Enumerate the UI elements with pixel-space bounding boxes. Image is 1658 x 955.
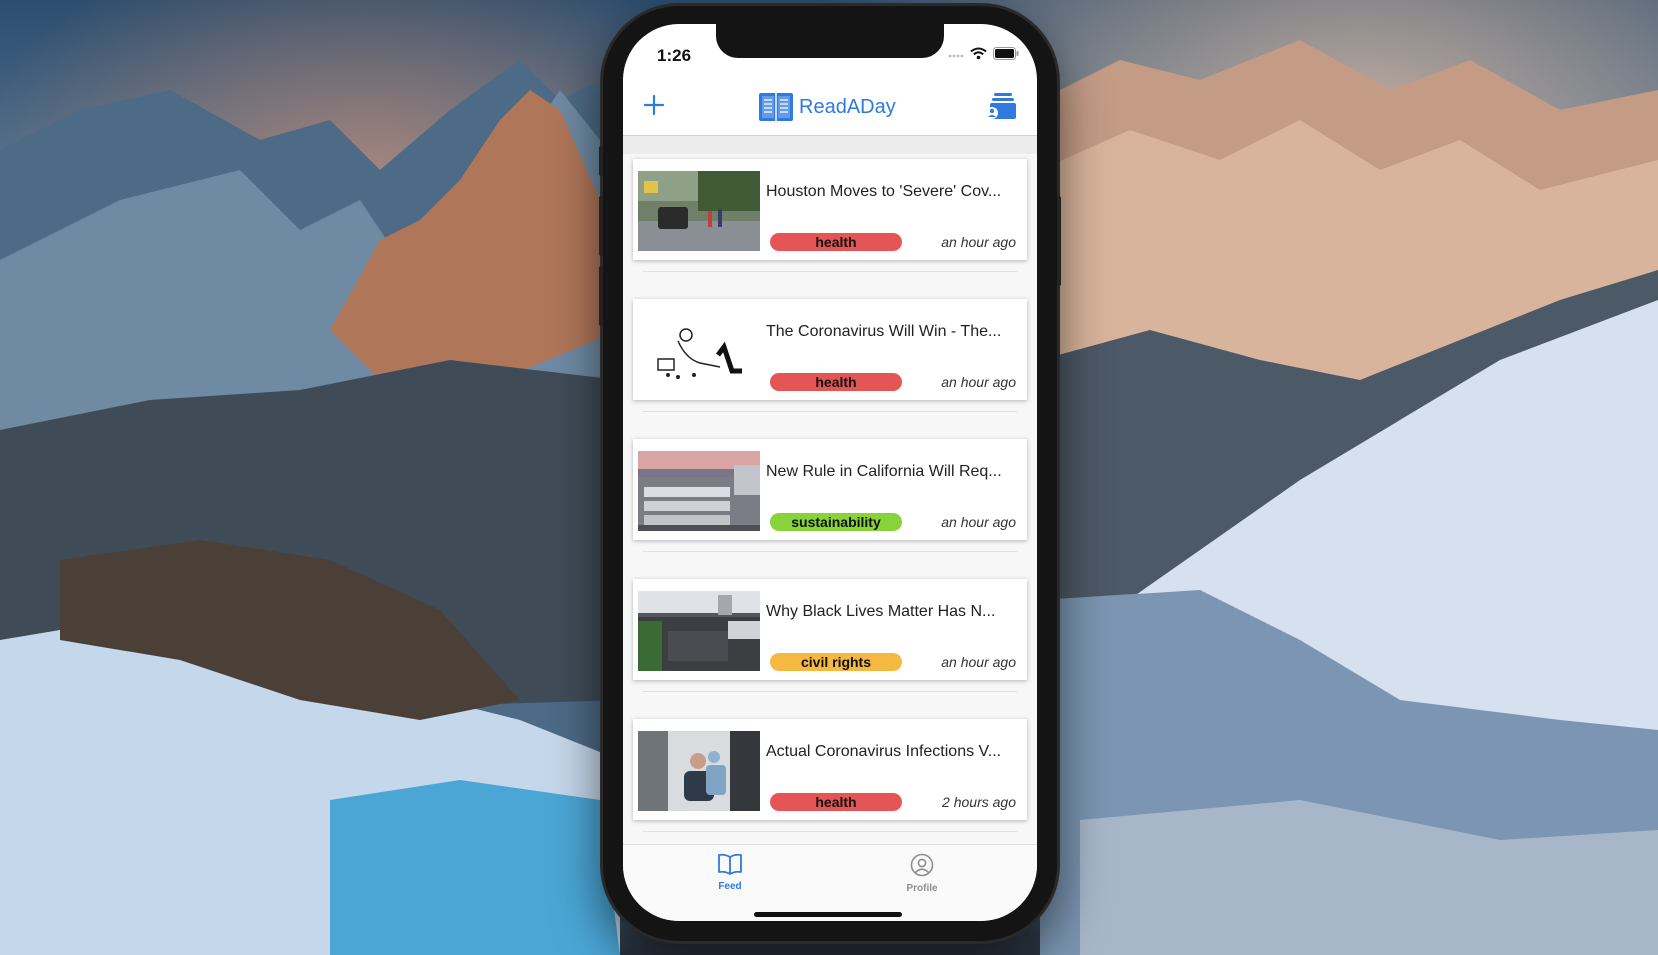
article-time: an hour ago	[941, 374, 1016, 390]
phone-frame: 1:26 ReadADay Houston Moves to 'Severe' …	[599, 6, 1061, 941]
news-card[interactable]: The Coronavirus Will Win - The... health…	[633, 299, 1027, 400]
news-card[interactable]: Houston Moves to 'Severe' Cov... health …	[633, 159, 1027, 260]
wifi-icon	[970, 47, 987, 60]
article-thumbnail	[638, 311, 760, 391]
tab-feed[interactable]: Feed	[700, 853, 760, 892]
article-title: Houston Moves to 'Severe' Cov...	[766, 183, 1002, 200]
volume-down-button	[599, 266, 603, 326]
signal-icon	[948, 54, 964, 57]
card-separator	[643, 551, 1017, 552]
silent-switch	[599, 146, 603, 176]
news-feed[interactable]: Houston Moves to 'Severe' Cov... health …	[623, 136, 1037, 844]
plus-icon[interactable]	[641, 92, 667, 118]
category-tag: sustainability	[770, 513, 902, 531]
article-time: an hour ago	[941, 234, 1016, 250]
article-time: an hour ago	[941, 654, 1016, 670]
navigation-bar: ReadADay	[623, 78, 1037, 136]
article-title: New Rule in California Will Req...	[766, 463, 1002, 480]
article-title: Actual Coronavirus Infections V...	[766, 743, 1002, 760]
notch	[716, 24, 944, 58]
volume-up-button	[599, 196, 603, 256]
tab-profile[interactable]: Profile	[892, 853, 952, 894]
news-card[interactable]: Actual Coronavirus Infections V... healt…	[633, 719, 1027, 820]
category-tag: health	[770, 793, 902, 811]
battery-icon	[993, 47, 1019, 60]
article-thumbnail	[638, 171, 760, 251]
article-title: The Coronavirus Will Win - The...	[766, 323, 1002, 340]
power-button	[1057, 196, 1061, 286]
person-circle-icon	[910, 853, 934, 877]
category-tag: civil rights	[770, 653, 902, 671]
news-card[interactable]: Why Black Lives Matter Has N... civil ri…	[633, 579, 1027, 680]
feed-top-band	[623, 136, 1037, 154]
category-tag: health	[770, 373, 902, 391]
tab-profile-label: Profile	[906, 883, 938, 894]
article-time: an hour ago	[941, 514, 1016, 530]
category-tag: health	[770, 233, 902, 251]
book-icon	[718, 853, 742, 875]
tab-feed-label: Feed	[718, 881, 742, 892]
card-separator	[643, 831, 1017, 832]
tab-bar: Feed Profile	[623, 844, 1037, 921]
card-separator	[643, 691, 1017, 692]
status-icons	[948, 47, 1019, 60]
article-title: Why Black Lives Matter Has N...	[766, 603, 996, 620]
card-separator	[643, 411, 1017, 412]
home-indicator[interactable]	[754, 912, 902, 917]
news-card[interactable]: New Rule in California Will Req... susta…	[633, 439, 1027, 540]
brand: ReadADay	[759, 91, 896, 123]
profile-stack-icon[interactable]	[985, 91, 1017, 121]
article-thumbnail	[638, 731, 760, 811]
app-screen: 1:26 ReadADay Houston Moves to 'Severe' …	[623, 24, 1037, 921]
article-thumbnail	[638, 591, 760, 671]
article-time: 2 hours ago	[942, 794, 1016, 810]
article-thumbnail	[638, 451, 760, 531]
book-logo-icon	[759, 93, 793, 121]
card-separator	[643, 271, 1017, 272]
status-time: 1:26	[657, 46, 692, 65]
brand-name: ReadADay	[799, 95, 896, 118]
